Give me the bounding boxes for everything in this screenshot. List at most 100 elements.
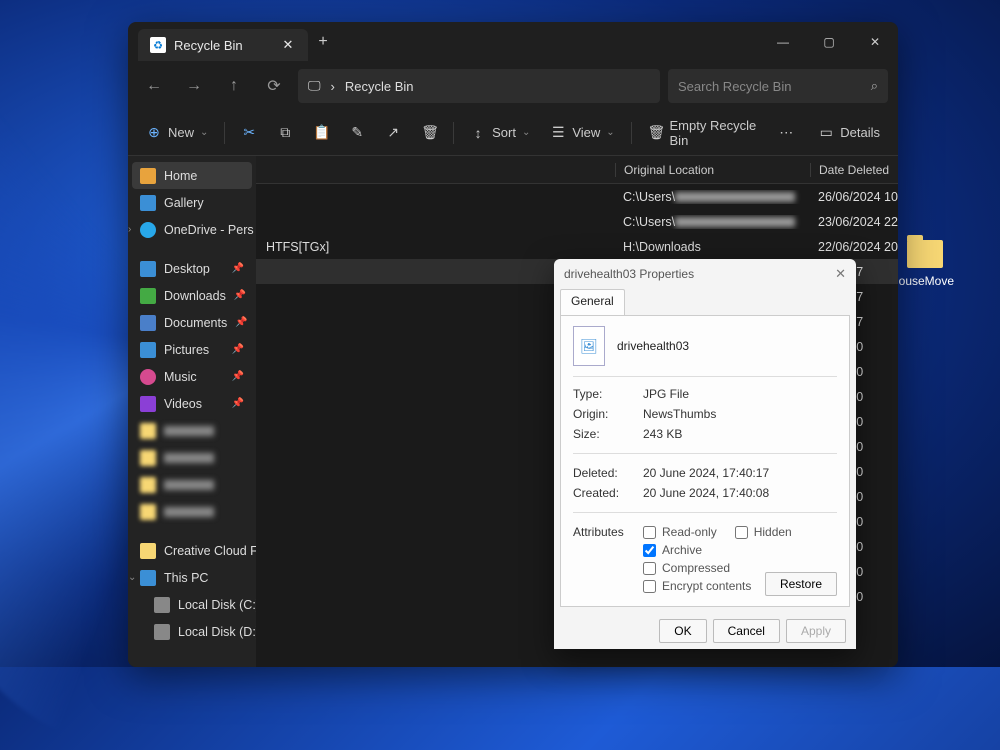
- deleted-label: Deleted:: [573, 466, 643, 480]
- sidebar-item-folder[interactable]: [132, 498, 252, 525]
- folder-icon: [140, 504, 156, 520]
- pin-icon: 📌: [232, 344, 244, 355]
- rename-button[interactable]: ✎: [341, 117, 373, 149]
- sidebar-item-music[interactable]: Music📌: [132, 363, 252, 390]
- empty-recycle-bin-button[interactable]: 🗑Empty Recycle Bin: [640, 117, 767, 149]
- gallery-icon: [140, 195, 156, 211]
- sidebar-item-downloads[interactable]: Downloads📌: [132, 282, 252, 309]
- sidebar-item-creative-cloud[interactable]: Creative Cloud F: [132, 537, 252, 564]
- sidebar-item-folder[interactable]: [132, 471, 252, 498]
- disk-icon: [154, 624, 170, 640]
- recycle-bin-icon: ♻: [150, 37, 166, 53]
- cancel-button[interactable]: Cancel: [713, 619, 780, 643]
- column-original-location[interactable]: Original Location: [615, 163, 810, 177]
- search-icon: ⌕: [871, 78, 878, 94]
- readonly-checkbox[interactable]: Read-only: [643, 525, 717, 539]
- size-label: Size:: [573, 427, 643, 441]
- apply-button[interactable]: Apply: [786, 619, 846, 643]
- attributes-label: Attributes: [573, 525, 643, 593]
- type-value: JPG File: [643, 387, 837, 401]
- cell-date: 22/06/2024 20: [810, 240, 898, 254]
- videos-icon: [140, 396, 156, 412]
- paste-button[interactable]: 📋: [305, 117, 337, 149]
- sidebar-item-local-disk-d[interactable]: Local Disk (D:): [132, 618, 252, 645]
- pin-icon: 📌: [232, 263, 244, 274]
- folder-icon: [140, 543, 156, 559]
- sidebar-item-local-disk-c[interactable]: Local Disk (C:): [132, 591, 252, 618]
- folder-icon: [140, 423, 156, 439]
- dialog-title: drivehealth03 Properties: [564, 267, 694, 281]
- column-date-deleted[interactable]: Date Deleted: [810, 163, 898, 177]
- downloads-icon: [140, 288, 156, 304]
- onedrive-icon: [140, 222, 156, 238]
- cut-button[interactable]: ✂: [233, 117, 265, 149]
- more-button[interactable]: ⋯: [770, 117, 802, 149]
- hidden-checkbox[interactable]: Hidden: [735, 525, 792, 539]
- new-button[interactable]: ⊕New⌄: [138, 117, 216, 149]
- sidebar-item-onedrive[interactable]: ›OneDrive - Pers: [132, 216, 252, 243]
- pictures-icon: [140, 342, 156, 358]
- pc-icon: [140, 570, 156, 586]
- desktop-shortcut-label: louseMove: [890, 274, 960, 288]
- sidebar-item-folder[interactable]: [132, 444, 252, 471]
- address-bar[interactable]: 🖵 › Recycle Bin: [298, 69, 660, 103]
- refresh-button[interactable]: ⟳: [258, 70, 290, 102]
- table-row[interactable]: C:\Users\26/06/2024 10: [256, 184, 898, 209]
- back-button[interactable]: ←: [138, 70, 170, 102]
- table-row[interactable]: HTFS[TGx]H:\Downloads22/06/2024 20: [256, 234, 898, 259]
- tab-general[interactable]: General: [560, 289, 625, 315]
- sidebar-item-documents[interactable]: Documents📌: [132, 309, 252, 336]
- desktop-icon: [140, 261, 156, 277]
- cell-original-location: C:\Users\: [615, 190, 810, 204]
- close-tab-icon[interactable]: ✕: [280, 37, 296, 53]
- sidebar-item-this-pc[interactable]: ⌄This PC: [132, 564, 252, 591]
- close-button[interactable]: ✕: [852, 22, 898, 62]
- sidebar-item-pictures[interactable]: Pictures📌: [132, 336, 252, 363]
- sidebar-item-folder[interactable]: [132, 417, 252, 444]
- view-button[interactable]: ☰View⌄: [542, 117, 622, 149]
- up-button[interactable]: ↑: [218, 70, 250, 102]
- close-icon[interactable]: ✕: [835, 266, 846, 282]
- music-icon: [140, 369, 156, 385]
- share-button[interactable]: ↗: [377, 117, 409, 149]
- folder-icon: [907, 240, 943, 268]
- pc-icon: 🖵: [308, 78, 321, 94]
- sidebar-item-home[interactable]: Home: [132, 162, 252, 189]
- home-icon: [140, 168, 156, 184]
- pin-icon: 📌: [235, 317, 247, 328]
- created-value: 20 June 2024, 17:40:08: [643, 486, 837, 500]
- sidebar-item-gallery[interactable]: Gallery: [132, 189, 252, 216]
- details-button[interactable]: ▭Details: [810, 117, 888, 149]
- minimize-button[interactable]: —: [760, 22, 806, 62]
- created-label: Created:: [573, 486, 643, 500]
- file-icon: 🖼: [573, 326, 605, 366]
- table-row[interactable]: C:\Users\23/06/2024 22: [256, 209, 898, 234]
- sidebar-item-videos[interactable]: Videos📌: [132, 390, 252, 417]
- cell-original-location: H:\Downloads: [615, 240, 810, 254]
- pin-icon: 📌: [232, 371, 244, 382]
- forward-button[interactable]: →: [178, 70, 210, 102]
- restore-button[interactable]: Restore: [765, 572, 837, 596]
- type-label: Type:: [573, 387, 643, 401]
- ok-button[interactable]: OK: [659, 619, 706, 643]
- origin-label: Origin:: [573, 407, 643, 421]
- archive-checkbox[interactable]: Archive: [643, 543, 837, 557]
- new-tab-button[interactable]: +: [308, 33, 338, 51]
- window-tab[interactable]: ♻ Recycle Bin ✕: [138, 29, 308, 61]
- navbar: ← → ↑ ⟳ 🖵 › Recycle Bin Search Recycle B…: [128, 62, 898, 110]
- address-text: Recycle Bin: [345, 79, 414, 94]
- chevron-down-icon: ⌄: [128, 572, 136, 583]
- titlebar: ♻ Recycle Bin ✕ + — ▢ ✕: [128, 22, 898, 62]
- sidebar-item-desktop[interactable]: Desktop📌: [132, 255, 252, 282]
- pin-icon: 📌: [234, 290, 246, 301]
- maximize-button[interactable]: ▢: [806, 22, 852, 62]
- desktop-shortcut[interactable]: louseMove: [890, 240, 960, 288]
- delete-button[interactable]: 🗑: [413, 117, 445, 149]
- properties-dialog: drivehealth03 Properties ✕ General 🖼 dri…: [554, 259, 856, 649]
- copy-button[interactable]: ⧉: [269, 117, 301, 149]
- dialog-titlebar[interactable]: drivehealth03 Properties ✕: [554, 259, 856, 289]
- sort-button[interactable]: ↕Sort⌄: [462, 117, 538, 149]
- search-input[interactable]: Search Recycle Bin ⌕: [668, 69, 888, 103]
- size-value: 243 KB: [643, 427, 837, 441]
- disk-icon: [154, 597, 170, 613]
